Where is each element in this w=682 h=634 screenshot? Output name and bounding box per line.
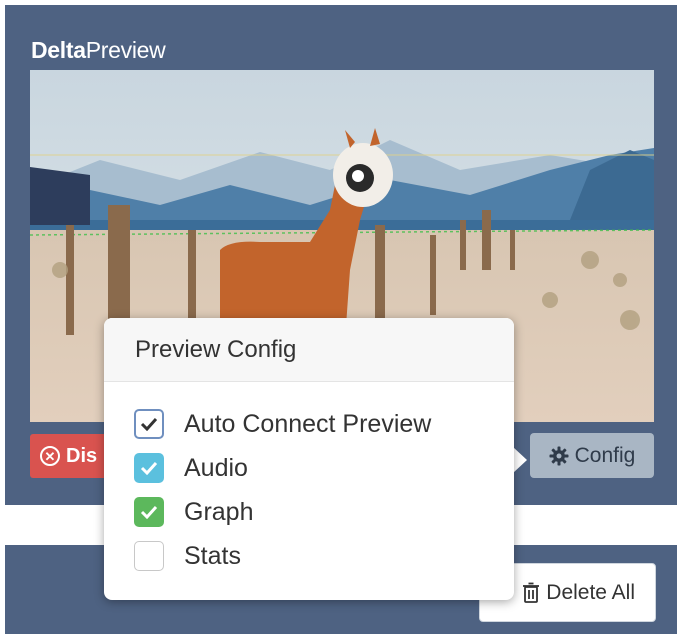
check-icon (140, 461, 158, 475)
checkbox-auto-connect-preview[interactable] (134, 409, 164, 439)
checkbox-graph[interactable] (134, 497, 164, 527)
popover-options: Auto Connect Preview Audio Graph Stats (104, 382, 514, 578)
panel-title: DeltaPreview (31, 37, 166, 64)
option-stats[interactable]: Stats (134, 534, 514, 578)
option-auto-connect-preview[interactable]: Auto Connect Preview (134, 402, 514, 446)
panel-title-bold: Delta (31, 37, 86, 63)
option-label: Stats (184, 541, 241, 570)
panel-title-regular: Preview (85, 37, 166, 63)
trash-icon (523, 582, 540, 603)
config-button[interactable]: Config (530, 433, 654, 478)
option-label: Audio (184, 453, 248, 482)
times-circle-icon: ✕ (40, 446, 60, 466)
preview-config-popover: Preview Config Auto Connect Preview Audi… (104, 318, 514, 600)
check-icon (140, 505, 158, 519)
option-audio[interactable]: Audio (134, 446, 514, 490)
popover-arrow (513, 447, 527, 473)
popover-title: Preview Config (104, 318, 514, 382)
option-label: Auto Connect Preview (184, 409, 432, 438)
gear-icon (549, 446, 569, 465)
config-label: Config (574, 443, 636, 467)
checkbox-audio[interactable] (134, 453, 164, 483)
option-graph[interactable]: Graph (134, 490, 514, 534)
checkbox-stats[interactable] (134, 541, 164, 571)
check-icon (140, 417, 158, 431)
delete-all-label: Delete All (546, 580, 635, 604)
option-label: Graph (184, 497, 254, 526)
disconnect-label: Dis (66, 444, 98, 467)
